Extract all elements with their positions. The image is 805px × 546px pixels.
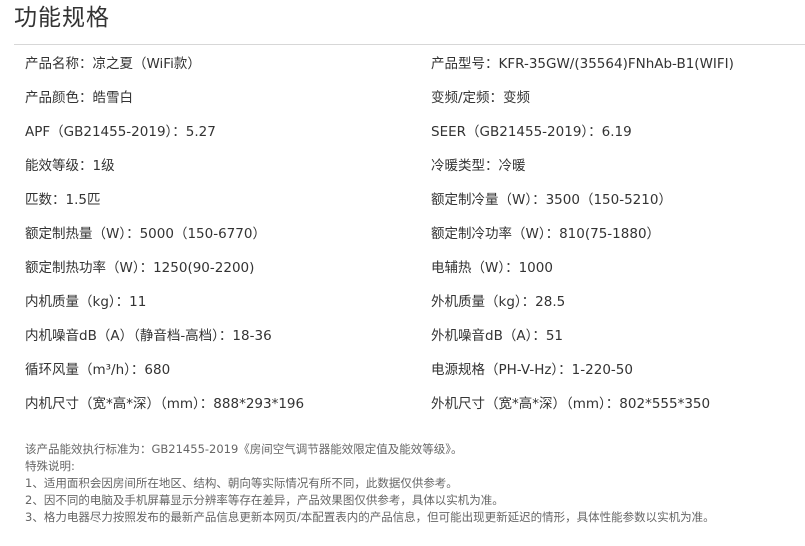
spec-cell: 额定制热量（W）：5000（150-6770） — [25, 226, 266, 242]
spec-row: 循环风量（m³/h）：680 电源规格（PH-V-Hz）：1-220-50 — [0, 353, 805, 387]
spec-row: APF（GB21455-2019）：5.27 SEER（GB21455-2019… — [0, 115, 805, 149]
spec-cell: 电源规格（PH-V-Hz）：1-220-50 — [431, 362, 633, 378]
spec-cell: 匹数：1.5匹 — [25, 192, 101, 208]
spec-cell: 产品名称：凉之夏（WiFi款） — [25, 56, 201, 72]
spec-cell: 产品颜色：皓雪白 — [25, 90, 133, 106]
spec-cell: SEER（GB21455-2019）：6.19 — [431, 124, 632, 140]
spec-cell: 内机噪音dB（A）（静音档-高档）：18-36 — [25, 328, 272, 344]
spec-cell: 循环风量（m³/h）：680 — [25, 362, 171, 378]
spec-row: 匹数：1.5匹 额定制冷量（W）：3500（150-5210） — [0, 183, 805, 217]
spec-cell: 内机质量（kg）：11 — [25, 294, 147, 310]
note-item: 2、因不同的电脑及手机屏幕显示分辨率等存在差异，产品效果图仅供参考，具体以实机为… — [25, 493, 504, 507]
spec-row: 能效等级：1级 冷暖类型：冷暖 — [0, 149, 805, 183]
spec-row: 额定制热功率（W）：1250(90-2200) 电辅热（W）：1000 — [0, 251, 805, 285]
spec-cell: 额定制冷量（W）：3500（150-5210） — [431, 192, 672, 208]
spec-cell: 额定制热功率（W）：1250(90-2200) — [25, 260, 255, 276]
spec-cell: 外机噪音dB（A）：51 — [431, 328, 563, 344]
title-divider — [14, 44, 805, 45]
note-item: 3、格力电器尽力按照发布的最新产品信息更新本网页/本配置表内的产品信息，但可能出… — [25, 510, 715, 524]
spec-cell: APF（GB21455-2019）：5.27 — [25, 124, 216, 140]
spec-row: 内机尺寸（宽*高*深）（mm）：888*293*196 外机尺寸（宽*高*深）（… — [0, 387, 805, 421]
spec-row: 内机噪音dB（A）（静音档-高档）：18-36 外机噪音dB（A）：51 — [0, 319, 805, 353]
spec-cell: 内机尺寸（宽*高*深）（mm）：888*293*196 — [25, 396, 305, 412]
spec-cell: 冷暖类型：冷暖 — [431, 158, 526, 174]
section-title: 功能规格 — [14, 5, 110, 31]
spec-row: 额定制热量（W）：5000（150-6770） 额定制冷功率（W）：810(75… — [0, 217, 805, 251]
spec-row: 内机质量（kg）：11 外机质量（kg）：28.5 — [0, 285, 805, 319]
footnotes: 该产品能效执行标准为：GB21455-2019《房间空气调节器能效限定值及能效等… — [25, 441, 715, 526]
spec-cell: 变频/定频：变频 — [431, 90, 531, 106]
special-note-heading: 特殊说明: — [25, 459, 75, 473]
spec-cell: 外机尺寸（宽*高*深）（mm）：802*555*350 — [431, 396, 711, 412]
note-item: 1、适用面积会因房间所在地区、结构、朝向等实际情况有所不同，此数据仅供参考。 — [25, 476, 458, 490]
spec-cell: 电辅热（W）：1000 — [431, 260, 553, 276]
spec-cell: 产品型号：KFR-35GW/(35564)FNhAb-B1(WIFI) — [431, 56, 734, 72]
spec-cell: 外机质量（kg）：28.5 — [431, 294, 566, 310]
standard-note: 该产品能效执行标准为：GB21455-2019《房间空气调节器能效限定值及能效等… — [25, 442, 463, 456]
spec-table: 产品名称：凉之夏（WiFi款） 产品型号：KFR-35GW/(35564)FNh… — [0, 47, 805, 421]
spec-row: 产品名称：凉之夏（WiFi款） 产品型号：KFR-35GW/(35564)FNh… — [0, 47, 805, 81]
spec-cell: 额定制冷功率（W）：810(75-1880） — [431, 226, 661, 242]
spec-cell: 能效等级：1级 — [25, 158, 115, 174]
spec-row: 产品颜色：皓雪白 变频/定频：变频 — [0, 81, 805, 115]
